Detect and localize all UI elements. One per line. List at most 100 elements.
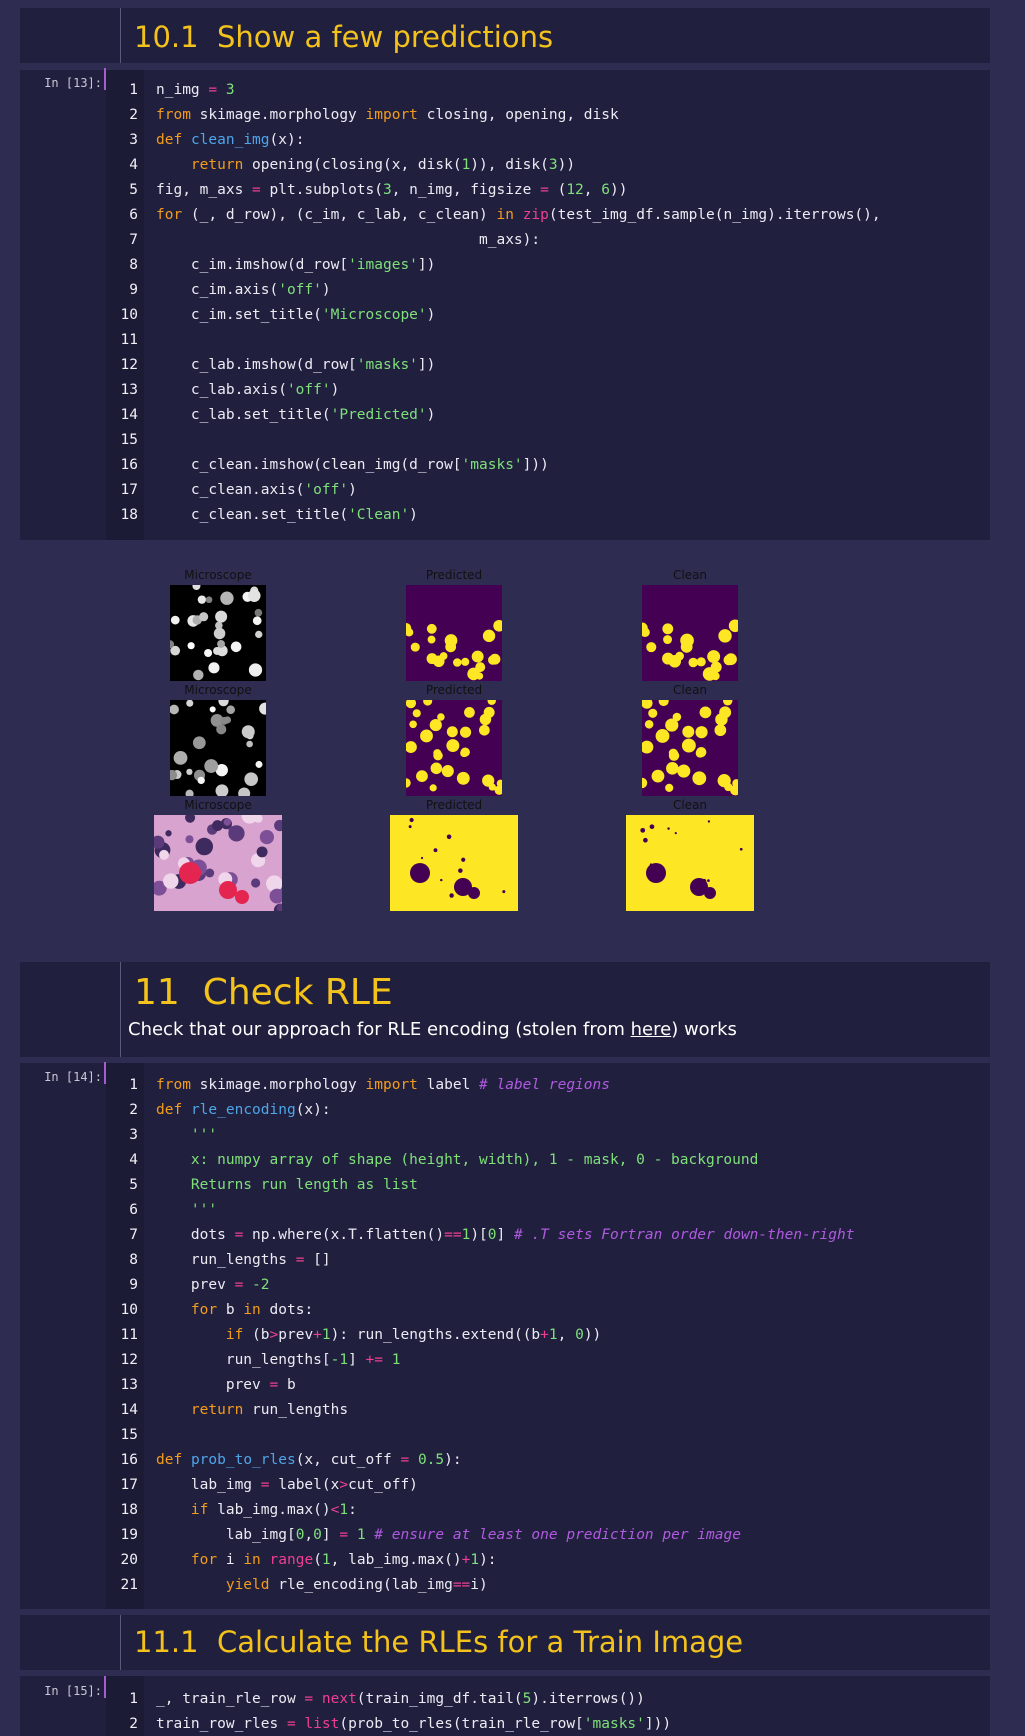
predicted-mask [406,585,502,681]
clean-mask [626,815,754,911]
code-line: def clean_img(x): [156,132,305,148]
code-line: for i in range(1, lab_img.max()+1): [190,1552,497,1568]
code-line: ''' [156,1202,218,1218]
code-line: from skimage.morphology import label # l… [156,1077,610,1093]
line-number: 14 [120,407,138,423]
line-number: 5 [129,182,138,198]
line-number: 2 [129,107,138,123]
line-number: 12 [120,357,138,373]
line-number: 4 [129,1152,138,1168]
code-line: m_axs): [156,232,541,248]
line-number: 5 [129,1177,138,1193]
plot-title-clean: Clean [672,683,708,697]
section-paragraph: Check that our approach for RLE encoding… [128,1019,737,1040]
line-number: 17 [120,482,138,498]
section-heading: 11 Check RLE [134,972,393,1013]
clean-mask [642,585,738,681]
code-line: return opening(closing(x, disk(1)), disk… [190,157,576,173]
line-number: 1 [129,82,138,98]
code-line: ''' [156,1127,218,1143]
line-number: 17 [120,1477,138,1493]
line-number: 8 [129,1252,138,1268]
line-number: 1 [129,1691,138,1707]
line-number: 10 [120,307,138,323]
code-line: prev = -2 [156,1277,270,1293]
markdown-cell-11-1[interactable]: 11.1 Calculate the RLEs for a Train Imag… [20,1615,990,1670]
line-number: 11 [120,332,138,348]
line-number: 4 [129,157,138,173]
clean-mask [642,700,738,796]
plot-title-microscope: Microscope [184,683,252,697]
line-number: 12 [120,1352,138,1368]
line-number: 13 [120,1377,138,1393]
section-heading: 10.1 Show a few predictions [134,20,554,54]
here-link[interactable]: here [631,1019,672,1040]
line-number: 21 [120,1577,138,1593]
code-line: fig, m_axs = plt.subplots(3, n_img, figs… [156,182,628,198]
markdown-cell-11[interactable]: 11 Check RLE Check that our approach for… [20,962,990,1057]
line-number: 8 [129,257,138,273]
line-number: 6 [129,1202,138,1218]
line-number: 2 [129,1102,138,1118]
code-line: c_im.set_title('Microscope') [156,307,436,323]
cell-border [120,8,121,63]
predicted-mask [406,700,502,796]
line-number: 10 [120,1302,138,1318]
code-line: c_lab.imshow(d_row['masks']) [156,357,436,373]
line-number: 7 [129,1227,138,1243]
code-line: for (_, d_row), (c_im, c_lab, c_clean) i… [156,207,881,223]
code-line: dots = np.where(x.T.flatten()==1)[0] # .… [156,1227,855,1243]
microscope-image [170,700,266,796]
plot-title-clean: Clean [672,568,708,582]
plot-title-predicted: Predicted [425,798,483,812]
code-line: x: numpy array of shape (height, width),… [156,1152,759,1168]
code-line: for b in dots: [190,1302,314,1318]
plot-title-predicted: Predicted [425,683,483,697]
code-line: train_row_rles = list(prob_to_rles(train… [156,1716,672,1732]
plot-title-microscope: Microscope [184,798,252,812]
code-line: n_img = 3 [156,82,235,98]
code-line: if (b>prev+1): run_lengths.extend((b+1, … [225,1327,602,1343]
line-number: 18 [120,1502,138,1518]
line-number: 18 [120,507,138,523]
code-line: def rle_encoding(x): [156,1102,331,1118]
markdown-cell-10-1[interactable]: 10.1 Show a few predictions [20,8,990,63]
code-line: lab_img = label(x>cut_off) [156,1477,418,1493]
code-line: c_clean.imshow(clean_img(d_row['masks'])… [156,457,549,473]
code-line: _, train_rle_row = next(train_img_df.tai… [156,1691,645,1707]
line-number: 13 [120,382,138,398]
code-line: prev = b [156,1377,296,1393]
line-number: 15 [120,432,138,448]
line-number: 1 [129,1077,138,1093]
line-number: 11 [120,1327,138,1343]
code-line: c_lab.set_title('Predicted') [156,407,436,423]
cell-border [120,962,121,1057]
code-line: c_im.imshow(d_row['images']) [156,257,436,273]
line-number: 6 [129,207,138,223]
code-line: if lab_img.max()<1: [190,1502,357,1518]
plot-title-clean: Clean [672,798,708,812]
line-number: 20 [120,1552,138,1568]
code-line: from skimage.morphology import closing, … [156,107,619,123]
paragraph-text-end: ) works [671,1019,737,1040]
line-number: 3 [129,132,138,148]
code-line: lab_img[0,0] = 1 # ensure at least one p… [156,1527,741,1543]
line-number: 2 [129,1716,138,1732]
line-number: 9 [129,282,138,298]
code-line: run_lengths[-1] += 1 [156,1352,401,1368]
code-line: def prob_to_rles(x, cut_off = 0.5): [156,1452,462,1468]
line-number: 7 [129,232,138,248]
code-line: c_lab.axis('off') [156,382,340,398]
section-heading: 11.1 Calculate the RLEs for a Train Imag… [134,1625,744,1659]
code-line: c_im.axis('off') [156,282,331,298]
code-line: yield rle_encoding(lab_img==i) [225,1577,488,1593]
code-line: c_clean.axis('off') [156,482,357,498]
code-line: return run_lengths [190,1402,349,1418]
tissue-image [154,815,282,911]
plot-title-predicted: Predicted [425,568,483,582]
predicted-mask [390,815,518,911]
line-number: 14 [120,1402,138,1418]
code-line: run_lengths = [] [156,1252,331,1268]
line-number: 16 [120,457,138,473]
line-number: 9 [129,1277,138,1293]
